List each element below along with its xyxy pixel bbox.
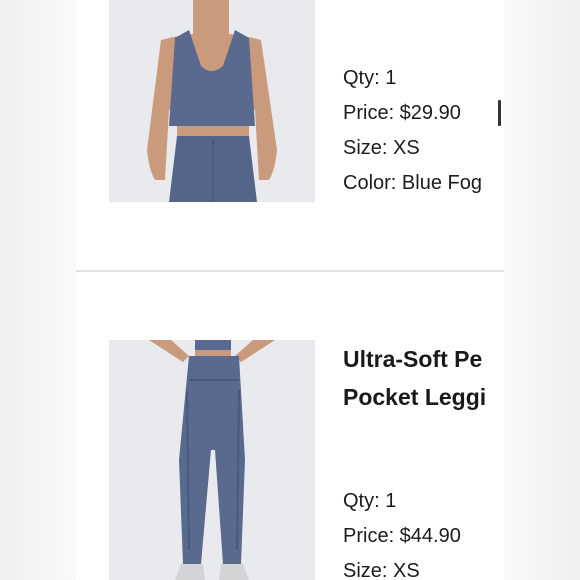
left-margin: [0, 0, 76, 580]
item-price: Price: $29.90: [343, 102, 461, 124]
product-image-sports-bra[interactable]: [109, 0, 315, 202]
item-color: Color: Blue Fog: [343, 172, 482, 194]
scrollbar-thumb[interactable]: [498, 100, 501, 126]
product-image-leggings[interactable]: [109, 340, 315, 580]
item-qty: Qty: 1: [343, 67, 397, 89]
right-margin: [504, 0, 580, 580]
item-title[interactable]: Ultra-Soft Pe Pocket Leggi: [343, 340, 486, 416]
item-size: Size: XS: [343, 560, 420, 580]
item-title-line-1: Ultra-Soft Pe: [343, 346, 483, 372]
item-title-line-2: Pocket Leggi: [343, 384, 487, 410]
item-details: Ultra-Soft Pe Pocket Leggi Qty: 1 Price:…: [343, 340, 486, 580]
list-item: Ultra-Soft Pe Pocket Leggi Qty: 1 Price:…: [76, 272, 504, 580]
item-price: Price: $44.90: [343, 525, 461, 547]
sports-bra-photo-icon: [109, 0, 315, 202]
item-qty: Qty: 1: [343, 490, 397, 512]
leggings-photo-icon: [109, 340, 315, 580]
item-size: Size: XS: [343, 137, 420, 159]
list-item: Qty: 1 Price: $29.90 Size: XS Color: Blu…: [76, 0, 504, 270]
order-items-list: Qty: 1 Price: $29.90 Size: XS Color: Blu…: [76, 0, 504, 580]
item-details: Qty: 1 Price: $29.90 Size: XS Color: Blu…: [343, 61, 482, 201]
